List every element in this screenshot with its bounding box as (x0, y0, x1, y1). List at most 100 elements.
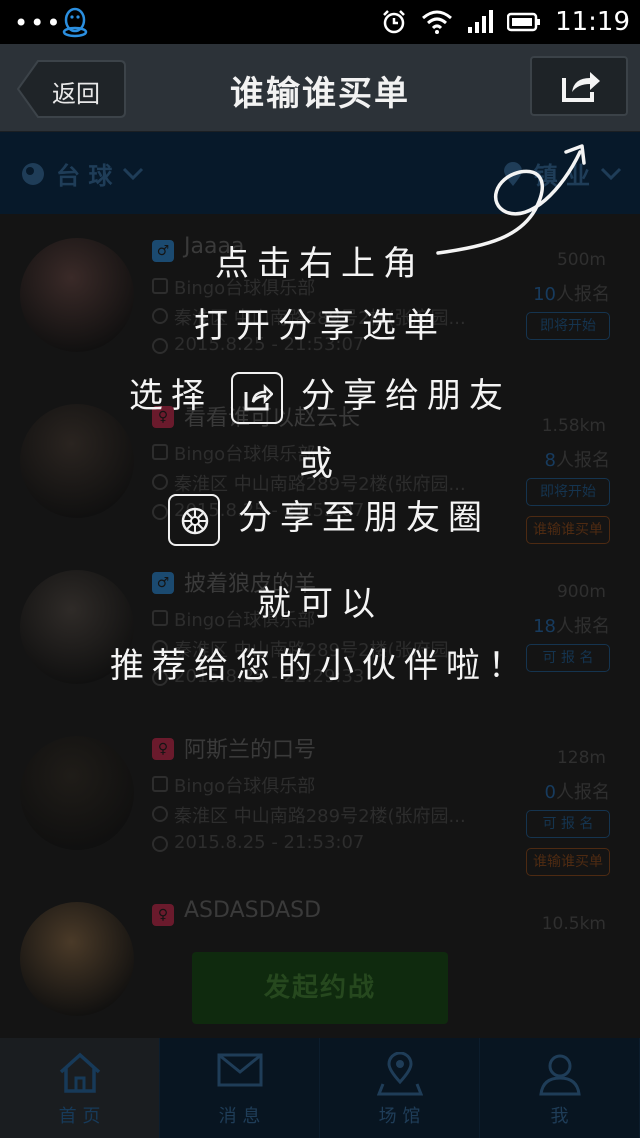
club-icon (152, 444, 168, 460)
tab-messages[interactable]: 消 息 (160, 1038, 320, 1138)
match-title: 披着狼皮的羊 (184, 572, 317, 597)
list-item[interactable]: ♂ Jaaaa Bingo台球俱乐部秦淮区 中山南路289号2楼(张府园... 201… (0, 214, 640, 380)
tab-messages-label: 消 息 (218, 1106, 261, 1127)
start-match-button[interactable]: 发起约战 (192, 952, 448, 1024)
status-badge: 谁输谁买单 (526, 848, 610, 876)
list-item[interactable]: ♀ 看看谁可以赵云长 Bingo台球俱乐部秦淮区 中山南路289号2楼(张府园...… (0, 380, 640, 546)
match-title: 阿斯兰的口号 (184, 738, 317, 763)
signup-text: 人报名 (556, 616, 610, 637)
signup-number: 18 (533, 616, 556, 637)
match-time: 2015.8.25 - 21:53:07 (174, 832, 365, 853)
signup-number: 8 (544, 450, 556, 471)
chevron-down-icon (123, 167, 144, 180)
list-item[interactable]: ♂ 披着狼皮的羊 Bingo台球俱乐部 秦淮区 中山南路289号2楼(张府园... 20… (0, 546, 640, 712)
gender-icon: ♂ (152, 240, 174, 262)
location-pin-icon (152, 308, 168, 324)
list-item[interactable]: ♀ 阿斯兰的口号 Bingo台球俱乐部秦淮区 中山南路289号2楼(张府园... 20… (0, 712, 640, 878)
billiard-ball-icon (22, 162, 44, 185)
location-pin-icon (152, 806, 168, 822)
share-icon (562, 72, 600, 102)
signup-number: 10 (533, 284, 556, 305)
signup-count: 18人报名 (490, 612, 610, 638)
distance: 500m (556, 250, 606, 270)
distance: 900m (556, 582, 606, 602)
gender-icon: ♀ (152, 738, 174, 760)
gender-icon: ♀ (152, 406, 174, 428)
user-icon (538, 1054, 581, 1096)
avatar (20, 238, 134, 352)
location-icon (376, 1052, 423, 1096)
location-pin-icon (503, 161, 522, 186)
tab-venues-label: 场 馆 (378, 1106, 421, 1127)
clock-icon (152, 836, 168, 852)
tab-me[interactable]: 我 (480, 1038, 640, 1138)
tab-me-label: 我 (550, 1106, 569, 1127)
notification-dots: ••• (14, 9, 63, 37)
app-header: 返回 谁输谁买单 (0, 44, 640, 132)
gender-icon: ♀ (152, 904, 174, 926)
club-name: Bingo台球俱乐部 (174, 444, 316, 465)
club-icon (152, 610, 168, 626)
club-icon (152, 278, 168, 294)
avatar (20, 736, 134, 850)
clock-icon (152, 338, 168, 354)
clock-icon (152, 670, 168, 686)
status-badge: 即将开始 (526, 478, 610, 506)
signup-text: 人报名 (556, 284, 610, 305)
distance: 10.5km (541, 914, 606, 934)
tab-venues[interactable]: 场 馆 (320, 1038, 480, 1138)
match-list: ♂ Jaaaa Bingo台球俱乐部 秦淮区 中山南路289号2楼(张府园... 201… (0, 214, 640, 1038)
distance: 1.58km (541, 416, 606, 436)
avatar (20, 570, 134, 684)
clock-icon (152, 504, 168, 520)
mail-icon (217, 1053, 262, 1087)
venue-address: 秦淮区 中山南路289号2楼(张府园... (174, 308, 466, 329)
signup-text: 人报名 (556, 782, 610, 803)
club-name: Bingo台球俱乐部 (174, 610, 316, 631)
qq-icon (62, 7, 88, 38)
wifi-icon (422, 10, 453, 34)
signup-text: 人报名 (556, 450, 610, 471)
avatar (20, 902, 134, 1016)
signup-count: 0人报名 (490, 778, 610, 804)
sport-filter-label: 台 球 (56, 162, 113, 190)
chevron-down-icon (600, 167, 622, 180)
status-badge: 即将开始 (526, 312, 610, 340)
venue-address: 秦淮区 中山南路289号2楼(张府园... (174, 640, 466, 661)
signup-count: 8人报名 (490, 446, 610, 472)
status-icons: 11:19 (381, 6, 630, 38)
club-name: Bingo台球俱乐部 (174, 776, 316, 797)
venue-address: 秦淮区 中山南路289号2楼(张府园... (174, 474, 466, 495)
club-name: Bingo台球俱乐部 (174, 278, 316, 299)
avatar (20, 404, 134, 518)
match-title: 看看谁可以赵云长 (184, 406, 361, 431)
filter-bar: 台 球 镇 业 (0, 132, 640, 214)
tab-home[interactable]: 首 页 (0, 1038, 160, 1138)
location-pin-icon (152, 474, 168, 490)
battery-icon (507, 12, 541, 32)
signup-count: 10人报名 (490, 280, 610, 306)
share-button[interactable] (530, 56, 628, 116)
venue-address: 秦淮区 中山南路289号2楼(张府园... (174, 806, 466, 827)
match-title: Jaaaa (184, 234, 245, 259)
match-title: ASDASDASD (184, 898, 322, 923)
match-time: 2015.8.25 - 21:53:07 (174, 334, 365, 355)
area-filter[interactable]: 镇 业 (502, 156, 622, 191)
sport-filter[interactable]: 台 球 (20, 156, 144, 191)
clock: 11:19 (555, 7, 630, 37)
alarm-icon (383, 10, 405, 34)
club-icon (152, 776, 168, 792)
status-badge: 可 报 名 (526, 810, 610, 838)
home-icon (59, 1052, 100, 1093)
gender-icon: ♂ (152, 572, 174, 594)
match-time: 2015.8.25 - 21:53:07 (174, 500, 365, 521)
location-pin-icon (152, 640, 168, 656)
signup-number: 0 (544, 782, 556, 803)
signal-icon (468, 10, 494, 33)
status-badge: 谁输谁买单 (526, 516, 610, 544)
distance: 128m (556, 748, 606, 768)
status-badge: 可 报 名 (526, 644, 610, 672)
area-filter-label: 镇 业 (533, 162, 590, 190)
bottom-tab-bar: 首 页 消 息 场 馆 我 (0, 1038, 640, 1138)
status-bar: ••• 11:19 (0, 0, 640, 44)
